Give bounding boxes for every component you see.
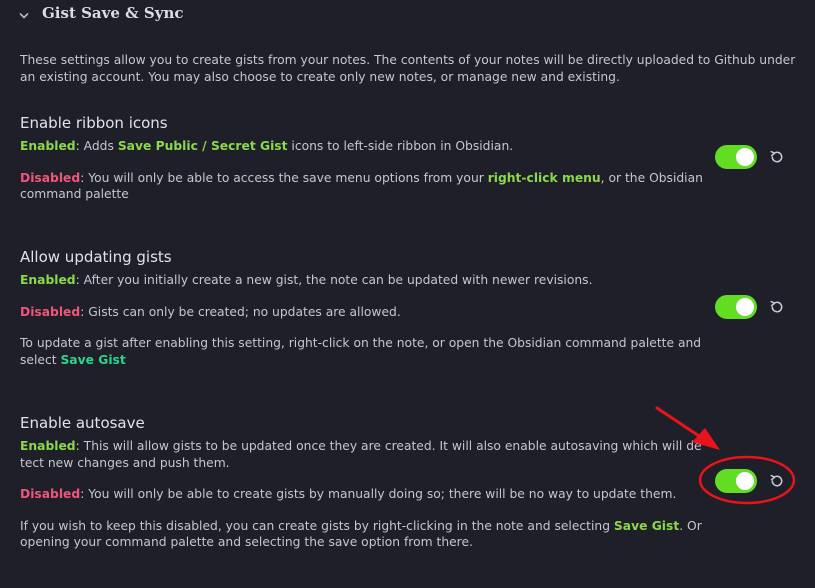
chevron-down-icon[interactable]: [18, 7, 30, 19]
section-header[interactable]: Gist Save & Sync: [18, 2, 184, 24]
allow-updating-toggle[interactable]: [715, 295, 757, 319]
section-title: Gist Save & Sync: [42, 4, 184, 22]
instructions-text: If you wish to keep this disabled, you c…: [20, 518, 614, 533]
section-description: These settings allow you to create gists…: [20, 53, 796, 85]
disabled-text: : Gists can only be created; no updates …: [80, 304, 401, 319]
enabled-description: Enabled: Adds Save Public / Secret Gist …: [20, 138, 705, 155]
disabled-description: Disabled: You will only be able to acces…: [20, 170, 705, 203]
setting-enable-autosave: Enable autosave Enabled: This will allow…: [20, 413, 705, 551]
ribbon-icons-toggle[interactable]: [715, 145, 757, 169]
disabled-label: Disabled: [20, 487, 81, 501]
reset-icon[interactable]: [767, 297, 787, 317]
reset-icon[interactable]: [767, 471, 787, 491]
setting-name: Enable ribbon icons: [20, 114, 168, 132]
autosave-instructions: If you wish to keep this disabled, you c…: [20, 518, 705, 551]
enabled-text: : Adds: [75, 139, 118, 153]
disabled-text: : You will only be able to access the sa…: [80, 170, 488, 185]
highlight-text: Save Gist: [60, 352, 126, 367]
disabled-label: Disabled: [20, 170, 81, 185]
setting-allow-updating-gists: Allow updating gists Enabled: After you …: [20, 247, 705, 368]
update-instructions: To update a gist after enabling this set…: [20, 335, 705, 368]
reset-icon[interactable]: [767, 147, 787, 167]
enabled-description: Enabled: This will allow gists to be upd…: [20, 438, 705, 471]
highlight-text: Save Public / Secret Gist: [117, 139, 288, 153]
enabled-description: Enabled: After you initially create a ne…: [20, 272, 705, 289]
toggle-knob: [736, 472, 754, 490]
setting-name: Enable autosave: [20, 414, 145, 432]
autosave-toggle[interactable]: [715, 469, 757, 493]
enabled-text-end: icons to left-side ribbon in Obsidian.: [287, 139, 514, 153]
enabled-label: Enabled: [20, 439, 76, 453]
enabled-label: Enabled: [20, 139, 76, 153]
enabled-text: : This will allow gists to be updated on…: [20, 439, 702, 470]
setting-name: Allow updating gists: [20, 248, 172, 266]
enabled-label: Enabled: [20, 273, 76, 287]
disabled-text: : You will only be able to create gists …: [80, 487, 677, 501]
highlight-text: Save Gist: [613, 518, 680, 533]
toggle-knob: [736, 298, 754, 316]
highlight-text: right-click menu: [487, 170, 601, 185]
enabled-text: : After you initially create a new gist,…: [75, 273, 593, 287]
setting-enable-ribbon-icons: Enable ribbon icons Enabled: Adds Save P…: [20, 113, 705, 203]
disabled-description: Disabled: Gists can only be created; no …: [20, 304, 705, 321]
toggle-knob: [736, 148, 754, 166]
disabled-label: Disabled: [20, 304, 81, 319]
disabled-description: Disabled: You will only be able to creat…: [20, 486, 705, 503]
